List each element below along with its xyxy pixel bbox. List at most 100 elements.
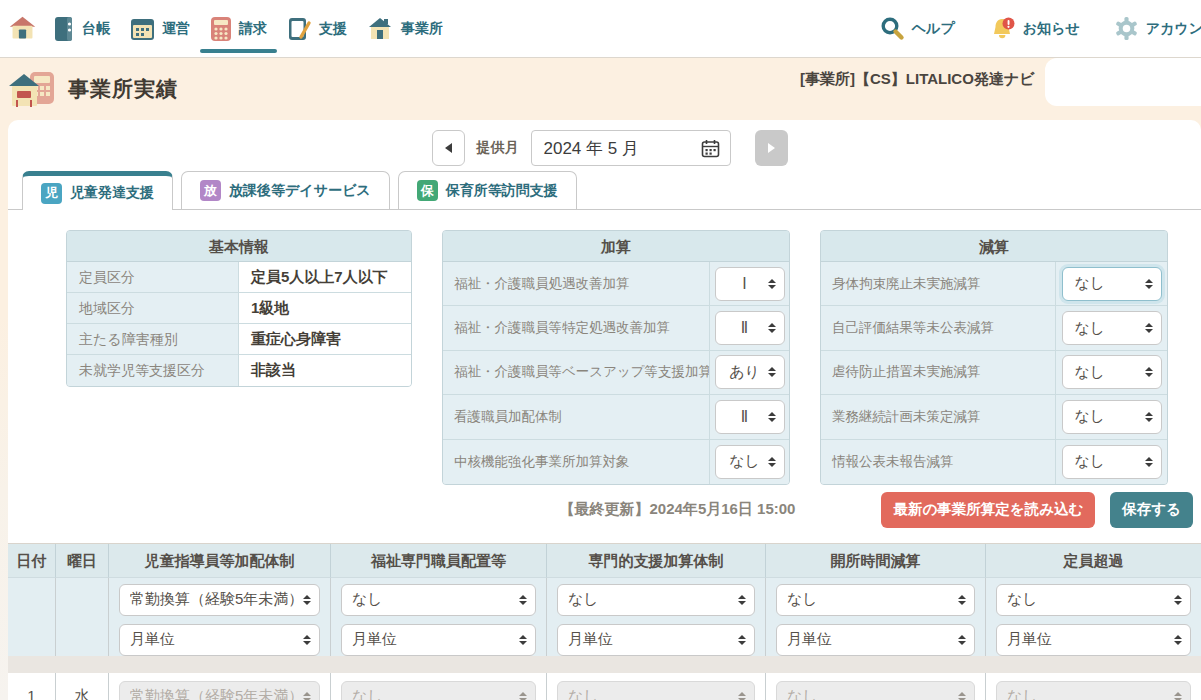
page-title-icon xyxy=(8,66,56,112)
nav-right-group: ヘルプ お知らせ アカウン xyxy=(852,0,1201,57)
next-month-button[interactable] xyxy=(755,130,788,166)
deduction-select-1[interactable]: なし xyxy=(1062,311,1162,345)
addition-select-2[interactable]: あり xyxy=(715,355,785,389)
nav-item-label: アカウン xyxy=(1146,20,1201,38)
office-icon xyxy=(367,15,394,42)
load-latest-button[interactable]: 最新の事業所算定を読み込む xyxy=(881,492,1095,528)
updown-icon xyxy=(768,279,776,289)
nav-item-label: 請求 xyxy=(239,20,267,38)
bulk-setting-row: 常勤換算（経験5年未満） 月単位 なし 月単位 なし 月単位 なし 月単位 なし… xyxy=(8,578,1201,656)
last-updated-text: 【最終更新】2024年5月16日 15:00 xyxy=(560,500,796,519)
nav-item-label: 支援 xyxy=(319,20,347,38)
row-value: 定員5人以上7人以下 xyxy=(239,262,411,292)
bulk-select-shidouin[interactable]: 常勤換算（経験5年未満） xyxy=(119,584,320,616)
row-value: 重症心身障害 xyxy=(239,324,411,354)
select-value: 月単位 xyxy=(568,630,738,649)
basic-row: 未就学児等支援区分非該当 xyxy=(67,355,411,386)
tab-hoikusho-houmon[interactable]: 保 保育所等訪問支援 xyxy=(398,171,577,209)
updown-icon xyxy=(519,635,527,645)
nav-item-jigyosho[interactable]: 事業所 xyxy=(357,0,453,57)
bulk-select-fukushi[interactable]: なし xyxy=(341,584,536,616)
bulk-select-senmon[interactable]: なし xyxy=(557,584,755,616)
updown-icon xyxy=(1145,323,1153,333)
day-date: 1 xyxy=(8,673,55,700)
bulk-unit-fukushi[interactable]: 月単位 xyxy=(341,624,536,656)
deduction-select-0[interactable]: なし xyxy=(1062,267,1162,301)
deduction-row: 身体拘束廃止未実施減算なし xyxy=(821,262,1167,306)
row-label: 看護職員加配体制 xyxy=(443,408,709,426)
calendar-picker-icon[interactable] xyxy=(701,139,720,158)
deduction-select-4[interactable]: なし xyxy=(1062,445,1162,479)
page-title: 事業所実績 xyxy=(68,75,178,103)
panel-title: 基本情報 xyxy=(67,231,411,262)
bulk-select-teiin[interactable]: なし xyxy=(996,584,1191,616)
select-value: Ⅱ xyxy=(724,408,766,426)
bulk-unit-senmon[interactable]: 月単位 xyxy=(557,624,755,656)
row-label: 業務継続計画未策定減算 xyxy=(821,408,1055,426)
home-icon xyxy=(8,14,37,43)
month-label: 提供月 xyxy=(477,139,519,157)
nav-item-help[interactable]: ヘルプ xyxy=(874,0,961,57)
addition-row: 中核機能強化事業所加算対象なし xyxy=(443,440,789,484)
updown-icon xyxy=(1174,595,1182,605)
select-value: 月単位 xyxy=(1007,630,1174,649)
nav-item-account[interactable]: アカウン xyxy=(1108,0,1201,57)
addition-row: 福祉・介護職員等特定処遇改善加算Ⅱ xyxy=(443,306,789,350)
updown-icon xyxy=(303,692,311,700)
bulk-select-kaisho[interactable]: なし xyxy=(776,584,975,616)
deduction-select-3[interactable]: なし xyxy=(1062,400,1162,434)
month-input[interactable]: 2024 年 5 月 xyxy=(531,130,731,166)
save-button[interactable]: 保存する xyxy=(1110,492,1193,528)
row-label: 主たる障害種別 xyxy=(67,324,239,354)
deduction-select-2[interactable]: なし xyxy=(1062,355,1162,389)
tab-houkago-day[interactable]: 放 放課後等デイサービス xyxy=(181,171,390,209)
nav-home[interactable] xyxy=(8,0,43,57)
select-value: 常勤換算（経験5年未満） xyxy=(130,687,303,700)
updown-icon xyxy=(303,595,311,605)
bulk-unit-kaisho[interactable]: 月単位 xyxy=(776,624,975,656)
tab-label: 放課後等デイサービス xyxy=(229,182,371,200)
nav-item-daicho[interactable]: 台帳 xyxy=(43,0,120,57)
panel-title: 減算 xyxy=(821,231,1167,262)
nav-item-unei[interactable]: 運営 xyxy=(120,0,200,57)
select-value: なし xyxy=(352,687,519,700)
bell-icon xyxy=(989,15,1016,42)
nav-item-label: 台帳 xyxy=(82,20,110,38)
updown-icon xyxy=(519,692,527,700)
addition-select-3[interactable]: Ⅱ xyxy=(715,400,785,434)
nav-item-label: ヘルプ xyxy=(912,20,955,38)
month-value: 2024 年 5 月 xyxy=(544,137,701,160)
updown-icon xyxy=(1145,279,1153,289)
updown-icon xyxy=(958,635,966,645)
bulk-unit-shidouin[interactable]: 月単位 xyxy=(119,624,320,656)
nav-item-news[interactable]: お知らせ xyxy=(983,0,1086,57)
calculator-icon xyxy=(210,16,232,42)
prev-month-button[interactable] xyxy=(432,130,465,166)
office-select[interactable] xyxy=(1045,58,1201,106)
gear-icon xyxy=(1114,16,1139,41)
col-header-shidouin: 児童指導員等加配体制 xyxy=(108,544,330,578)
updown-icon xyxy=(768,367,776,377)
col-header-weekday: 曜日 xyxy=(55,544,108,578)
tab-badge: 保 xyxy=(417,180,438,201)
actions-bar: 【最終更新】2024年5月16日 15:00 最新の事業所算定を読み込む 保存す… xyxy=(8,485,1201,535)
select-value: なし xyxy=(787,590,958,609)
updown-icon xyxy=(303,635,311,645)
tab-jidou-hattatsu[interactable]: 児 児童発達支援 xyxy=(22,171,173,210)
select-value: なし xyxy=(1007,687,1174,700)
additions-panel: 加算 福祉・介護職員処遇改善加算Ⅰ 福祉・介護職員等特定処遇改善加算Ⅱ 福祉・介… xyxy=(442,230,790,485)
basic-row: 主たる障害種別重症心身障害 xyxy=(67,324,411,355)
select-value: なし xyxy=(1071,452,1143,471)
addition-select-0[interactable]: Ⅰ xyxy=(715,267,785,301)
addition-select-4[interactable]: なし xyxy=(715,445,785,479)
nav-item-shien[interactable]: 支援 xyxy=(277,0,357,57)
row-label: 定員区分 xyxy=(67,262,239,292)
addition-select-1[interactable]: Ⅱ xyxy=(715,311,785,345)
bulk-unit-teiin[interactable]: 月単位 xyxy=(996,624,1191,656)
daily-schedule-table: 日付 曜日 児童指導員等加配体制 福祉専門職員配置等 専門的支援加算体制 開所時… xyxy=(8,543,1201,700)
select-value: 月単位 xyxy=(130,630,303,649)
basic-row: 定員区分定員5人以上7人以下 xyxy=(67,262,411,293)
nav-item-seikyu[interactable]: 請求 xyxy=(200,0,277,57)
select-value: なし xyxy=(1071,274,1143,293)
right-arrow-icon xyxy=(768,143,775,153)
